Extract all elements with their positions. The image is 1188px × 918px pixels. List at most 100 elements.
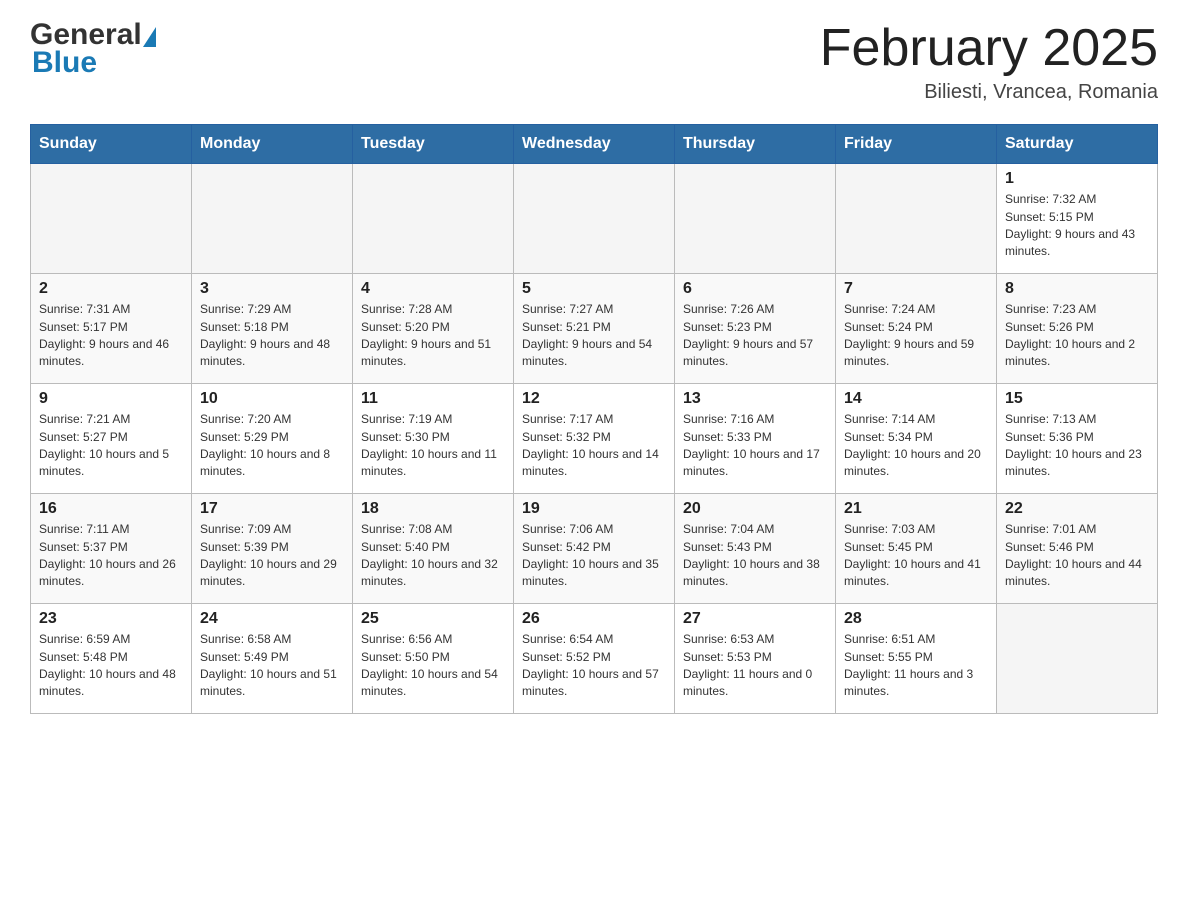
calendar-cell: 28 Sunrise: 6:51 AM Sunset: 5:55 PM Dayli… <box>836 604 997 714</box>
calendar-week-row: 16Sunrise: 7:11 AM Sunset: 5:37 PM Dayli… <box>31 494 1158 604</box>
day-number: 13 <box>683 390 827 408</box>
day-number: 6 <box>683 280 827 298</box>
calendar-cell: 26Sunrise: 6:54 AM Sunset: 5:52 PM Dayli… <box>514 604 675 714</box>
calendar-week-row: 2Sunrise: 7:31 AM Sunset: 5:17 PM Daylig… <box>31 274 1158 384</box>
calendar-cell <box>31 164 192 274</box>
calendar-cell: 24 Sunrise: 6:58 AM Sunset: 5:49 PM Dayli… <box>192 604 353 714</box>
day-number: 14 <box>844 390 988 408</box>
day-number: 22 <box>1005 500 1149 518</box>
day-number: 25 <box>361 610 505 628</box>
day-info: Sunrise: 7:24 AM Sunset: 5:24 PM Dayligh… <box>844 301 988 371</box>
calendar-cell: 23 Sunrise: 6:59 AM Sunset: 5:48 PM Dayli… <box>31 604 192 714</box>
day-info: Sunrise: 7:21 AM Sunset: 5:27 PM Dayligh… <box>39 411 183 481</box>
calendar-cell: 18 Sunrise: 7:08 AM Sunset: 5:40 PM Dayli… <box>353 494 514 604</box>
day-info: Sunrise: 7:27 AM Sunset: 5:21 PM Dayligh… <box>522 301 666 371</box>
day-number: 11 <box>361 390 505 408</box>
day-info: Sunrise: 6:51 AM Sunset: 5:55 PM Dayligh… <box>844 631 988 701</box>
calendar-cell: 11Sunrise: 7:19 AM Sunset: 5:30 PM Dayli… <box>353 384 514 494</box>
calendar-cell: 20 Sunrise: 7:04 AM Sunset: 5:43 PM Dayli… <box>675 494 836 604</box>
day-number: 16 <box>39 500 183 518</box>
day-number: 24 <box>200 610 344 628</box>
day-number: 26 <box>522 610 666 628</box>
weekday-header-sunday: Sunday <box>31 125 192 164</box>
day-number: 2 <box>39 280 183 298</box>
day-number: 10 <box>200 390 344 408</box>
day-number: 28 <box>844 610 988 628</box>
day-number: 7 <box>844 280 988 298</box>
calendar-cell: 17 Sunrise: 7:09 AM Sunset: 5:39 PM Dayli… <box>192 494 353 604</box>
weekday-header-friday: Friday <box>836 125 997 164</box>
calendar-cell: 7 Sunrise: 7:24 AM Sunset: 5:24 PM Daylig… <box>836 274 997 384</box>
calendar-cell: 1 Sunrise: 7:32 AM Sunset: 5:15 PM Daylig… <box>997 164 1158 274</box>
day-number: 27 <box>683 610 827 628</box>
weekday-header-monday: Monday <box>192 125 353 164</box>
month-title: February 2025 <box>820 20 1158 77</box>
calendar-cell <box>675 164 836 274</box>
calendar-cell: 27 Sunrise: 6:53 AM Sunset: 5:53 PM Dayli… <box>675 604 836 714</box>
day-info: Sunrise: 7:14 AM Sunset: 5:34 PM Dayligh… <box>844 411 988 481</box>
day-info: Sunrise: 7:32 AM Sunset: 5:15 PM Dayligh… <box>1005 191 1149 261</box>
calendar-cell: 2Sunrise: 7:31 AM Sunset: 5:17 PM Daylig… <box>31 274 192 384</box>
day-info: Sunrise: 7:06 AM Sunset: 5:42 PM Dayligh… <box>522 521 666 591</box>
calendar-cell <box>353 164 514 274</box>
location-text: Biliesti, Vrancea, Romania <box>820 81 1158 104</box>
day-number: 3 <box>200 280 344 298</box>
day-info: Sunrise: 7:01 AM Sunset: 5:46 PM Dayligh… <box>1005 521 1149 591</box>
day-info: Sunrise: 7:28 AM Sunset: 5:20 PM Dayligh… <box>361 301 505 371</box>
calendar-cell: 8Sunrise: 7:23 AM Sunset: 5:26 PM Daylig… <box>997 274 1158 384</box>
day-number: 18 <box>361 500 505 518</box>
day-info: Sunrise: 6:53 AM Sunset: 5:53 PM Dayligh… <box>683 631 827 701</box>
calendar-week-row: 1 Sunrise: 7:32 AM Sunset: 5:15 PM Daylig… <box>31 164 1158 274</box>
day-info: Sunrise: 7:26 AM Sunset: 5:23 PM Dayligh… <box>683 301 827 371</box>
calendar-week-row: 23 Sunrise: 6:59 AM Sunset: 5:48 PM Dayli… <box>31 604 1158 714</box>
calendar-cell: 22 Sunrise: 7:01 AM Sunset: 5:46 PM Dayli… <box>997 494 1158 604</box>
day-number: 4 <box>361 280 505 298</box>
calendar-cell <box>997 604 1158 714</box>
day-info: Sunrise: 7:08 AM Sunset: 5:40 PM Dayligh… <box>361 521 505 591</box>
calendar-table: SundayMondayTuesdayWednesdayThursdayFrid… <box>30 124 1158 714</box>
calendar-cell: 3 Sunrise: 7:29 AM Sunset: 5:18 PM Daylig… <box>192 274 353 384</box>
weekday-header-saturday: Saturday <box>997 125 1158 164</box>
calendar-cell: 9 Sunrise: 7:21 AM Sunset: 5:27 PM Daylig… <box>31 384 192 494</box>
calendar-cell: 12 Sunrise: 7:17 AM Sunset: 5:32 PM Dayli… <box>514 384 675 494</box>
day-info: Sunrise: 7:29 AM Sunset: 5:18 PM Dayligh… <box>200 301 344 371</box>
day-number: 15 <box>1005 390 1149 408</box>
logo: General Blue <box>30 20 156 78</box>
weekday-header-tuesday: Tuesday <box>353 125 514 164</box>
day-number: 20 <box>683 500 827 518</box>
page-header: General Blue February 2025 Biliesti, Vra… <box>30 20 1158 104</box>
calendar-cell: 25 Sunrise: 6:56 AM Sunset: 5:50 PM Dayli… <box>353 604 514 714</box>
weekday-header-thursday: Thursday <box>675 125 836 164</box>
day-number: 12 <box>522 390 666 408</box>
calendar-cell: 13 Sunrise: 7:16 AM Sunset: 5:33 PM Dayli… <box>675 384 836 494</box>
day-info: Sunrise: 6:58 AM Sunset: 5:49 PM Dayligh… <box>200 631 344 701</box>
calendar-week-row: 9 Sunrise: 7:21 AM Sunset: 5:27 PM Daylig… <box>31 384 1158 494</box>
logo-blue-text: Blue <box>32 46 97 79</box>
day-info: Sunrise: 7:23 AM Sunset: 5:26 PM Dayligh… <box>1005 301 1149 371</box>
calendar-cell: 6 Sunrise: 7:26 AM Sunset: 5:23 PM Daylig… <box>675 274 836 384</box>
day-info: Sunrise: 7:16 AM Sunset: 5:33 PM Dayligh… <box>683 411 827 481</box>
calendar-cell <box>836 164 997 274</box>
day-number: 19 <box>522 500 666 518</box>
day-number: 21 <box>844 500 988 518</box>
day-info: Sunrise: 7:20 AM Sunset: 5:29 PM Dayligh… <box>200 411 344 481</box>
day-info: Sunrise: 7:17 AM Sunset: 5:32 PM Dayligh… <box>522 411 666 481</box>
day-number: 9 <box>39 390 183 408</box>
day-number: 17 <box>200 500 344 518</box>
day-info: Sunrise: 6:56 AM Sunset: 5:50 PM Dayligh… <box>361 631 505 701</box>
calendar-cell: 4 Sunrise: 7:28 AM Sunset: 5:20 PM Daylig… <box>353 274 514 384</box>
calendar-cell: 19 Sunrise: 7:06 AM Sunset: 5:42 PM Dayli… <box>514 494 675 604</box>
day-number: 23 <box>39 610 183 628</box>
weekday-header-wednesday: Wednesday <box>514 125 675 164</box>
day-number: 1 <box>1005 170 1149 188</box>
logo-arrow-icon <box>143 27 156 47</box>
calendar-cell <box>192 164 353 274</box>
day-info: Sunrise: 6:59 AM Sunset: 5:48 PM Dayligh… <box>39 631 183 701</box>
calendar-cell <box>514 164 675 274</box>
calendar-cell: 21Sunrise: 7:03 AM Sunset: 5:45 PM Dayli… <box>836 494 997 604</box>
calendar-cell: 16Sunrise: 7:11 AM Sunset: 5:37 PM Dayli… <box>31 494 192 604</box>
day-number: 5 <box>522 280 666 298</box>
day-info: Sunrise: 7:04 AM Sunset: 5:43 PM Dayligh… <box>683 521 827 591</box>
weekday-header-row: SundayMondayTuesdayWednesdayThursdayFrid… <box>31 125 1158 164</box>
day-info: Sunrise: 7:09 AM Sunset: 5:39 PM Dayligh… <box>200 521 344 591</box>
